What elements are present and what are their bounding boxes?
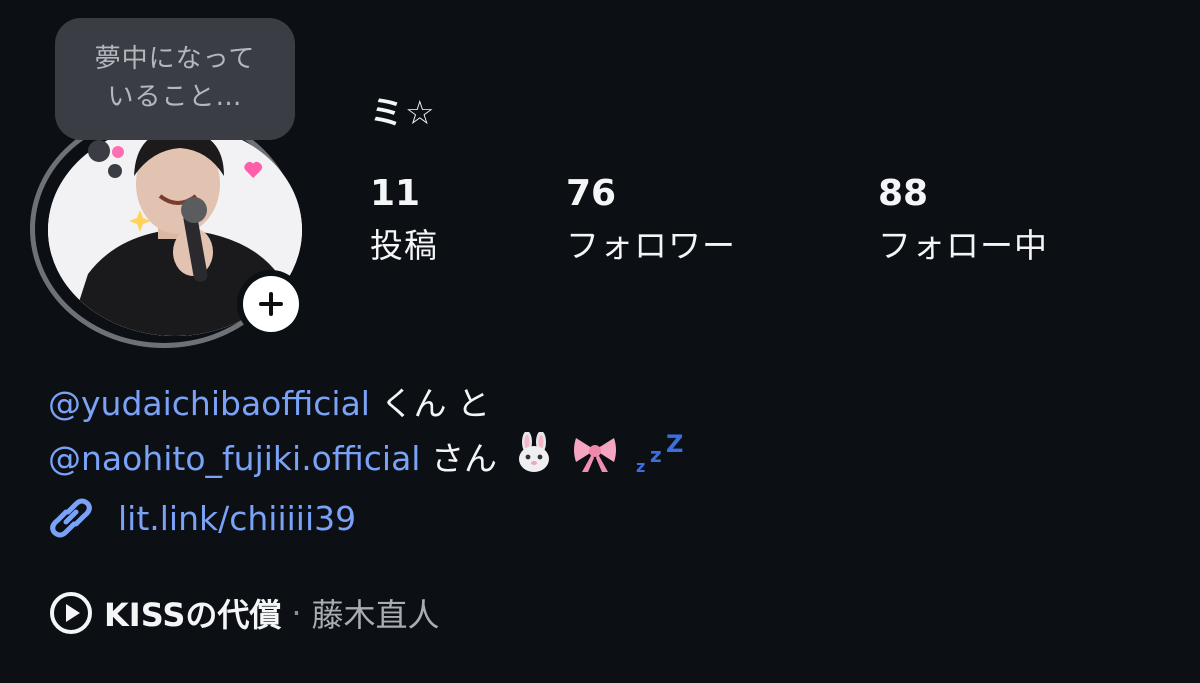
stat-following[interactable]: 88 フォロー中 [878, 170, 1048, 270]
bio-text-1: くん と [369, 384, 490, 423]
plus-icon [243, 276, 299, 332]
note-text-line2: いること… [107, 82, 243, 112]
play-icon[interactable] [48, 590, 94, 636]
note-bubble[interactable]: 夢中になって いること… [55, 18, 295, 140]
stat-posts[interactable]: 11 投稿 [370, 170, 438, 270]
note-bubble-tail [88, 140, 110, 162]
ribbon-icon [572, 432, 618, 489]
bio-text-2: さん [420, 439, 497, 478]
svg-text:Z: Z [666, 430, 683, 458]
music-separator: · [291, 594, 302, 632]
following-count: 88 [878, 173, 929, 214]
followers-label: フォロワー [566, 226, 736, 265]
link-text[interactable]: lit.link/chiiiii39 [118, 499, 356, 538]
mention-link-1[interactable]: @yudaichibaofficial [48, 384, 370, 423]
display-name: ミ☆ [370, 93, 437, 132]
posts-label: 投稿 [370, 226, 438, 265]
add-story-button[interactable] [237, 270, 305, 338]
note-text-line1: 夢中になって [94, 44, 256, 74]
mention-link-2[interactable]: @naohito_fujiki.official [48, 439, 420, 478]
music-artist: 藤木直人 [311, 596, 440, 634]
svg-text:z: z [650, 443, 662, 467]
following-label: フォロー中 [878, 226, 1048, 265]
svg-text:z: z [636, 457, 645, 476]
bio: @yudaichibaofficial くん と @naohito_fujiki… [48, 378, 688, 491]
zzz-icon: z z Z [634, 430, 688, 491]
profile-avatar[interactable] [30, 110, 320, 360]
bio-line-1: @yudaichibaofficial くん と [48, 378, 688, 430]
bio-line-2: @naohito_fujiki.official さん z z Z [48, 430, 688, 491]
music-row[interactable]: KISSの代償 · 藤木直人 [48, 590, 440, 636]
stat-followers[interactable]: 76 フォロワー [566, 170, 736, 270]
note-bubble-tail-small [108, 164, 122, 178]
music-title: KISSの代償 [104, 596, 282, 634]
rabbit-face-icon [513, 431, 555, 489]
external-link[interactable]: lit.link/chiiiii39 [48, 498, 356, 538]
posts-count: 11 [370, 173, 421, 214]
followers-count: 76 [566, 173, 617, 214]
link-icon [48, 498, 96, 538]
